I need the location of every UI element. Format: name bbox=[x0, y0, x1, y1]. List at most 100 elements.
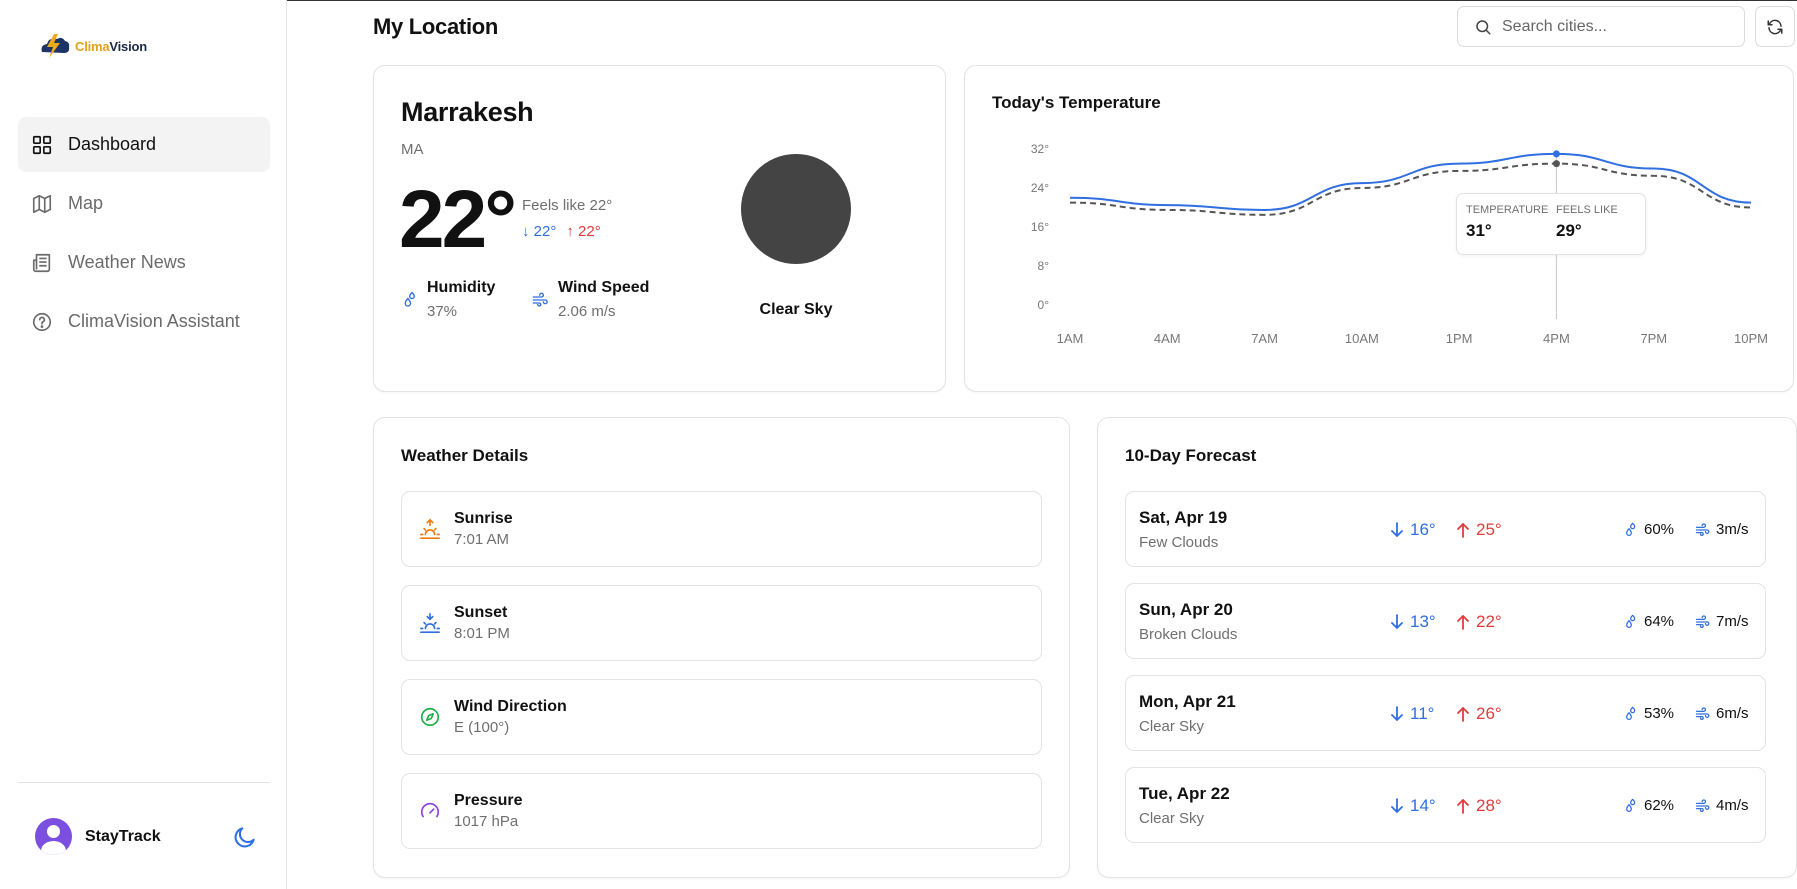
y-tick-label: 16° bbox=[1031, 220, 1049, 234]
arrow-up-icon bbox=[1457, 522, 1469, 538]
gauge-icon bbox=[420, 802, 440, 818]
temperature-chart-card: Today's Temperature 0° 8° 16° 24° 32° 1AM 4AM 7… bbox=[964, 65, 1794, 392]
wind-speed-metric: Wind Speed 2.06 m/s bbox=[531, 279, 649, 320]
forecast-min: 14° bbox=[1390, 796, 1436, 816]
detail-row-pressure: Pressure 1017 hPa bbox=[401, 773, 1042, 849]
y-tick-label: 24° bbox=[1031, 181, 1049, 195]
wind-icon bbox=[532, 292, 548, 307]
sidebar-item-label: ClimaVision Assistant bbox=[68, 311, 240, 331]
droplets-icon bbox=[404, 291, 415, 307]
forecast-description: Few Clouds bbox=[1139, 534, 1219, 551]
arrow-up-icon bbox=[1457, 798, 1469, 814]
wind-icon bbox=[1695, 614, 1710, 628]
detail-value: 7:01 AM bbox=[454, 531, 510, 548]
y-tick-label: 0° bbox=[1038, 298, 1050, 312]
forecast-max: 28° bbox=[1456, 796, 1502, 816]
detail-label: Sunset bbox=[454, 604, 508, 621]
map-icon bbox=[32, 194, 52, 213]
forecast-day: Tue, Apr 22 bbox=[1139, 784, 1230, 803]
newspaper-icon bbox=[32, 253, 51, 272]
wind-icon bbox=[1695, 522, 1710, 536]
x-tick-label: 4PM bbox=[1543, 331, 1570, 346]
sunrise-icon bbox=[420, 518, 440, 539]
search-input[interactable] bbox=[1502, 17, 1732, 36]
tooltip-feels-like-value: 29° bbox=[1556, 221, 1582, 240]
temperature-line bbox=[1069, 152, 1752, 211]
wind-speed-value: 2.06 m/s bbox=[558, 303, 616, 320]
tooltip-temperature-value: 31° bbox=[1466, 221, 1492, 240]
highlight-point bbox=[1552, 160, 1560, 168]
tooltip-feels-like-label: Feels like bbox=[1556, 204, 1618, 216]
search-icon bbox=[1476, 19, 1491, 34]
x-tick-label: 10AM bbox=[1345, 331, 1379, 346]
humidity-label: Humidity bbox=[427, 279, 496, 296]
forecast-wind: 3m/s bbox=[1694, 521, 1749, 538]
arrow-up-icon bbox=[1457, 614, 1469, 630]
droplets-icon bbox=[1626, 614, 1636, 628]
y-tick-label: 8° bbox=[1038, 259, 1050, 273]
sidebar-nav: Dashboard Map Weather News ClimaVision A… bbox=[18, 117, 270, 353]
weather-details-card: Weather Details Sunrise 7:01 AM Sunset 8… bbox=[373, 417, 1070, 878]
avatar bbox=[35, 818, 72, 855]
forecast-max: 22° bbox=[1456, 612, 1502, 632]
forecast-card: 10-Day Forecast Sat, Apr 19 Few Clouds 1… bbox=[1097, 417, 1797, 878]
x-tick-label: 10PM bbox=[1734, 331, 1768, 346]
detail-value: 8:01 PM bbox=[454, 625, 510, 642]
forecast-humidity: 64% bbox=[1622, 613, 1674, 630]
sunset-icon bbox=[420, 613, 440, 633]
x-tick-label: 1AM bbox=[1057, 331, 1084, 346]
forecast-wind: 6m/s bbox=[1694, 705, 1749, 722]
compass-icon bbox=[420, 707, 440, 727]
grid-icon bbox=[32, 135, 52, 154]
forecast-title: 10-Day Forecast bbox=[1125, 446, 1257, 465]
forecast-description: Clear Sky bbox=[1139, 810, 1205, 827]
forecast-day: Sat, Apr 19 bbox=[1139, 508, 1228, 527]
arrow-down-icon bbox=[1391, 614, 1403, 630]
sidebar-item-label: Dashboard bbox=[68, 134, 157, 154]
arrow-down-icon bbox=[1391, 798, 1403, 814]
detail-value: 1017 hPa bbox=[454, 813, 519, 830]
theme-toggle-button[interactable] bbox=[232, 824, 258, 855]
wind-icon bbox=[1695, 798, 1710, 812]
detail-label: Sunrise bbox=[454, 510, 513, 527]
forecast-description: Broken Clouds bbox=[1139, 626, 1238, 643]
forecast-humidity: 62% bbox=[1622, 797, 1674, 814]
moon-icon bbox=[234, 827, 255, 848]
arrow-down-icon: ↓ bbox=[522, 223, 534, 240]
user-name: StayTrack bbox=[85, 827, 161, 845]
forecast-day: Mon, Apr 21 bbox=[1139, 692, 1236, 711]
current-weather-card: Marrakesh MA 22° Feels like 22° ↓ 22° ↑ … bbox=[373, 65, 946, 392]
humidity-value: 37% bbox=[427, 303, 458, 320]
sidebar-item-dashboard[interactable]: Dashboard bbox=[18, 117, 270, 172]
arrow-down-icon bbox=[1391, 706, 1403, 722]
max-temp: ↑ 22° bbox=[566, 223, 601, 240]
help-circle-icon bbox=[32, 312, 52, 331]
sidebar-item-weather-news[interactable]: Weather News bbox=[18, 235, 270, 290]
forecast-description: Clear Sky bbox=[1139, 718, 1205, 735]
page-title: My Location bbox=[373, 14, 499, 39]
tooltip-temperature-label: Temperature bbox=[1466, 204, 1549, 216]
logo-text-prefix: Clima bbox=[75, 38, 110, 54]
sidebar-item-assistant[interactable]: ClimaVision Assistant bbox=[18, 294, 270, 349]
refresh-button[interactable] bbox=[1755, 6, 1795, 47]
x-tick-label: 1PM bbox=[1446, 331, 1473, 346]
min-max-temperature: ↓ 22° ↑ 22° bbox=[522, 223, 601, 240]
humidity-metric: Humidity 37% bbox=[400, 279, 495, 320]
sidebar-item-map[interactable]: Map bbox=[18, 176, 270, 231]
logo-icon bbox=[41, 34, 70, 58]
user-profile[interactable]: StayTrack bbox=[35, 818, 161, 855]
arrow-up-icon: ↑ bbox=[566, 223, 579, 240]
forecast-max: 25° bbox=[1456, 520, 1502, 540]
min-temp: ↓ 22° bbox=[522, 223, 557, 240]
arrow-up-icon bbox=[1457, 706, 1469, 722]
feels-like-line bbox=[1069, 162, 1752, 216]
highlight-point bbox=[1552, 150, 1560, 158]
detail-label: Wind Direction bbox=[454, 698, 567, 715]
logo-text-suffix: Vision bbox=[109, 38, 147, 54]
refresh-icon bbox=[1767, 19, 1783, 34]
search-box[interactable] bbox=[1457, 6, 1745, 47]
y-tick-label: 32° bbox=[1031, 142, 1049, 156]
forecast-row: Tue, Apr 22 Clear Sky 14° 28° 62% 4m/s bbox=[1125, 767, 1766, 843]
app-logo[interactable]: ClimaVision bbox=[38, 32, 147, 60]
forecast-row: Mon, Apr 21 Clear Sky 11° 26° 53% 6m/s bbox=[1125, 675, 1766, 751]
